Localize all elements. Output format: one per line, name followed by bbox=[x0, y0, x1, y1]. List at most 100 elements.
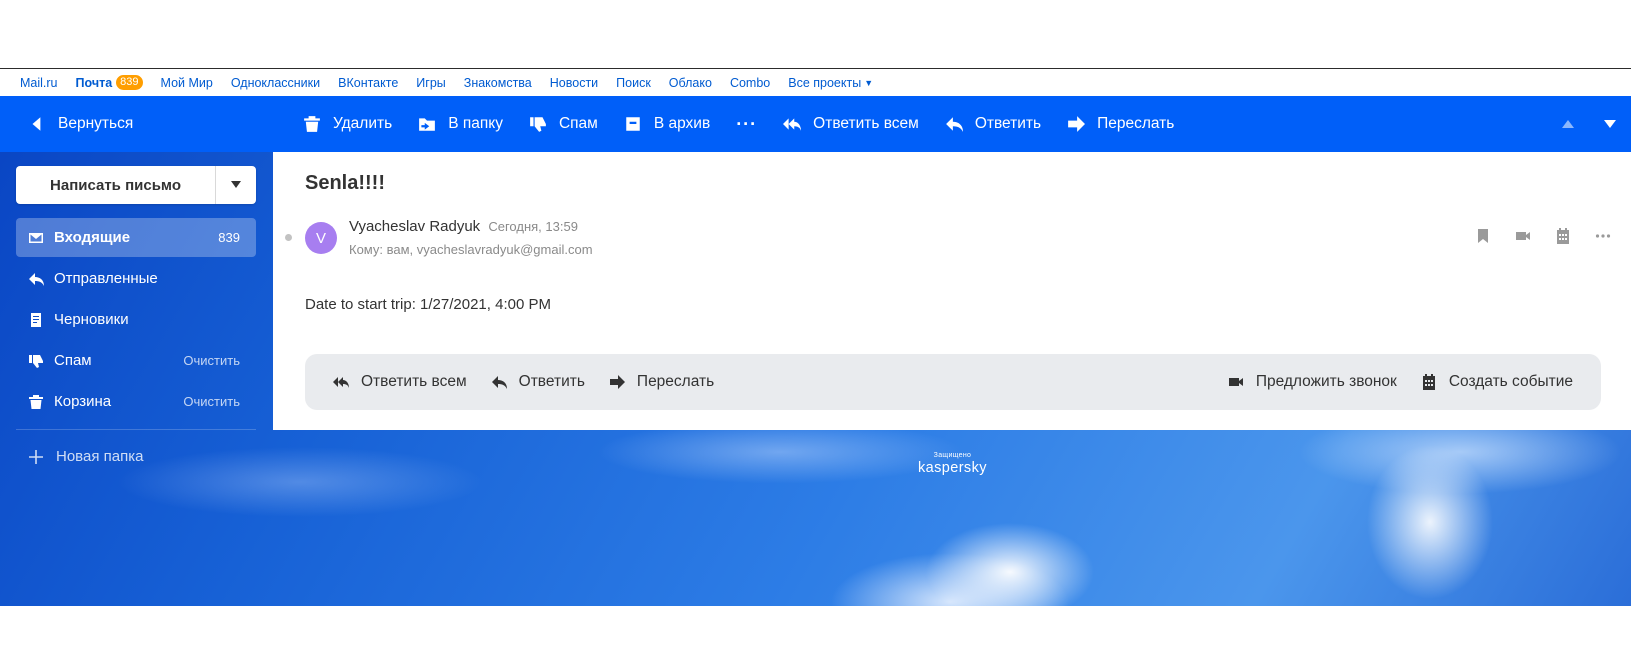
compose-control: Написать письмо bbox=[16, 166, 256, 204]
read-status-toggle[interactable] bbox=[285, 234, 292, 241]
portal-link-all-projects[interactable]: Все проекты ▼ bbox=[788, 76, 873, 90]
reply-all-label: Ответить всем bbox=[813, 115, 919, 132]
archive-label: В архив bbox=[653, 115, 711, 132]
propose-call-label: Предложить звонок bbox=[1255, 373, 1397, 390]
reply-icon bbox=[491, 376, 507, 389]
next-message-icon[interactable] bbox=[1603, 117, 1617, 131]
folder-list: Входящие 839 Отправленные Черновики Спам… bbox=[16, 218, 256, 423]
reply-all-icon bbox=[333, 377, 349, 388]
back-arrow-icon bbox=[32, 117, 41, 131]
recipients-line: Кому: вам, vyacheslavradyuk@gmail.com bbox=[349, 242, 593, 257]
sidebar-item-label: Черновики bbox=[54, 311, 129, 328]
reply-button[interactable]: Ответить bbox=[491, 373, 585, 391]
chevron-down-icon: ▼ bbox=[864, 77, 874, 88]
reply-all-label: Ответить всем bbox=[361, 373, 467, 390]
create-event-label: Создать событие bbox=[1448, 373, 1573, 390]
portal-link-cloud[interactable]: Облако bbox=[669, 76, 712, 90]
spam-button[interactable]: Спам bbox=[529, 96, 598, 152]
drafts-icon bbox=[31, 312, 41, 327]
message-body: Date to start trip: 1/27/2021, 4:00 PM bbox=[305, 296, 551, 313]
reply-extra-actions: Предложить звонок Создать событие bbox=[1228, 373, 1573, 391]
portal-link-search[interactable]: Поиск bbox=[616, 76, 651, 90]
plus-icon bbox=[29, 449, 43, 464]
portal-link-combo[interactable]: Combo bbox=[730, 76, 770, 90]
portal-link-games[interactable]: Игры bbox=[416, 76, 445, 90]
message-pane: Senla!!!! V Vyacheslav Radyuk Сегодня, 1… bbox=[273, 152, 1631, 430]
message-toolbar: Вернуться Удалить В папку Спам В архив ·… bbox=[0, 96, 1631, 152]
message-subject: Senla!!!! bbox=[305, 172, 385, 194]
reply-button[interactable]: Ответить bbox=[945, 96, 1041, 152]
sender-line: Vyacheslav Radyuk Сегодня, 13:59 bbox=[349, 218, 578, 235]
portal-link-ok[interactable]: Одноклассники bbox=[231, 76, 320, 90]
move-to-folder-button[interactable]: В папку bbox=[418, 96, 503, 152]
create-event-button[interactable]: Создать событие bbox=[1421, 373, 1573, 391]
quick-reply-bar: Ответить всем Ответить Переслать Предлож… bbox=[305, 354, 1601, 410]
new-folder-label: Новая папка bbox=[56, 448, 144, 465]
portal-link-mail[interactable]: Почта 839 bbox=[76, 75, 143, 90]
sidebar-divider bbox=[16, 429, 256, 430]
reply-actions: Ответить всем Ответить Переслать bbox=[333, 373, 714, 391]
kaspersky-logo: kaspersky bbox=[918, 460, 987, 476]
sidebar-item-label: Входящие bbox=[54, 229, 131, 246]
sidebar-item-inbox[interactable]: Входящие 839 bbox=[16, 218, 256, 257]
reply-all-button[interactable]: Ответить всем bbox=[333, 373, 467, 391]
forward-arrow-icon bbox=[609, 375, 625, 389]
folder-move-icon bbox=[419, 118, 436, 131]
archive-button[interactable]: В архив bbox=[624, 96, 710, 152]
bookmark-icon[interactable] bbox=[1475, 228, 1491, 244]
sidebar-item-trash[interactable]: Корзина Очистить bbox=[16, 382, 256, 421]
calendar-icon[interactable] bbox=[1555, 228, 1571, 244]
propose-call-button[interactable]: Предложить звонок bbox=[1228, 373, 1397, 391]
reply-label: Ответить bbox=[518, 373, 585, 390]
portal-link-vk[interactable]: ВКонтакте bbox=[338, 76, 398, 90]
spam-icon bbox=[29, 354, 43, 368]
clear-trash-button[interactable]: Очистить bbox=[183, 394, 240, 409]
portal-link-mailru[interactable]: Mail.ru bbox=[20, 76, 58, 90]
reply-all-icon bbox=[783, 118, 802, 131]
previous-message-icon[interactable] bbox=[1561, 117, 1575, 131]
toolbar-actions: Удалить В папку Спам В архив ··· Ответит… bbox=[303, 96, 1174, 152]
message-quick-actions bbox=[1475, 228, 1611, 244]
sidebar-item-drafts[interactable]: Черновики bbox=[16, 300, 256, 339]
more-button[interactable]: ··· bbox=[736, 96, 757, 152]
trash-icon bbox=[29, 394, 43, 409]
reply-all-button[interactable]: Ответить всем bbox=[783, 96, 919, 152]
sent-icon bbox=[29, 272, 44, 286]
portal-link-dating[interactable]: Знакомства bbox=[464, 76, 532, 90]
back-button[interactable]: Вернуться bbox=[28, 96, 133, 152]
sidebar-item-label: Спам bbox=[54, 352, 92, 369]
compose-button[interactable]: Написать письмо bbox=[16, 166, 215, 204]
back-label: Вернуться bbox=[58, 115, 134, 132]
forward-button[interactable]: Переслать bbox=[609, 373, 714, 391]
delete-label: Удалить bbox=[333, 115, 393, 132]
spam-label: Спам bbox=[558, 115, 598, 132]
archive-icon bbox=[626, 117, 640, 131]
unread-badge: 839 bbox=[116, 75, 143, 90]
chevron-down-icon bbox=[231, 181, 241, 188]
sidebar-item-sent[interactable]: Отправленные bbox=[16, 259, 256, 298]
reply-label: Ответить bbox=[974, 115, 1042, 132]
sidebar-item-label: Корзина bbox=[54, 393, 112, 410]
forward-label: Переслать bbox=[1097, 115, 1175, 132]
protected-label: Защищено bbox=[933, 452, 972, 459]
forward-arrow-icon bbox=[1068, 116, 1086, 132]
inbox-icon bbox=[29, 232, 43, 243]
sidebar-item-spam[interactable]: Спам Очистить bbox=[16, 341, 256, 380]
delete-button[interactable]: Удалить bbox=[303, 96, 392, 152]
portal-link-myworld[interactable]: Мой Мир bbox=[161, 76, 213, 90]
kaspersky-badge[interactable]: Защищено kaspersky bbox=[918, 452, 987, 476]
unread-count: 839 bbox=[218, 230, 240, 245]
compose-dropdown-button[interactable] bbox=[215, 166, 256, 204]
video-call-icon bbox=[1228, 378, 1243, 386]
sender-name[interactable]: Vyacheslav Radyuk bbox=[349, 218, 480, 235]
avatar[interactable]: V bbox=[305, 222, 337, 254]
clear-spam-button[interactable]: Очистить bbox=[183, 353, 240, 368]
more-dots-icon[interactable] bbox=[1595, 228, 1611, 244]
calendar-icon bbox=[1422, 374, 1435, 390]
message-date: Сегодня, 13:59 bbox=[488, 219, 578, 234]
forward-label: Переслать bbox=[636, 373, 715, 390]
new-folder-button[interactable]: Новая папка bbox=[28, 448, 143, 465]
video-call-icon[interactable] bbox=[1515, 228, 1531, 244]
forward-button[interactable]: Переслать bbox=[1067, 96, 1174, 152]
portal-link-news[interactable]: Новости bbox=[550, 76, 598, 90]
